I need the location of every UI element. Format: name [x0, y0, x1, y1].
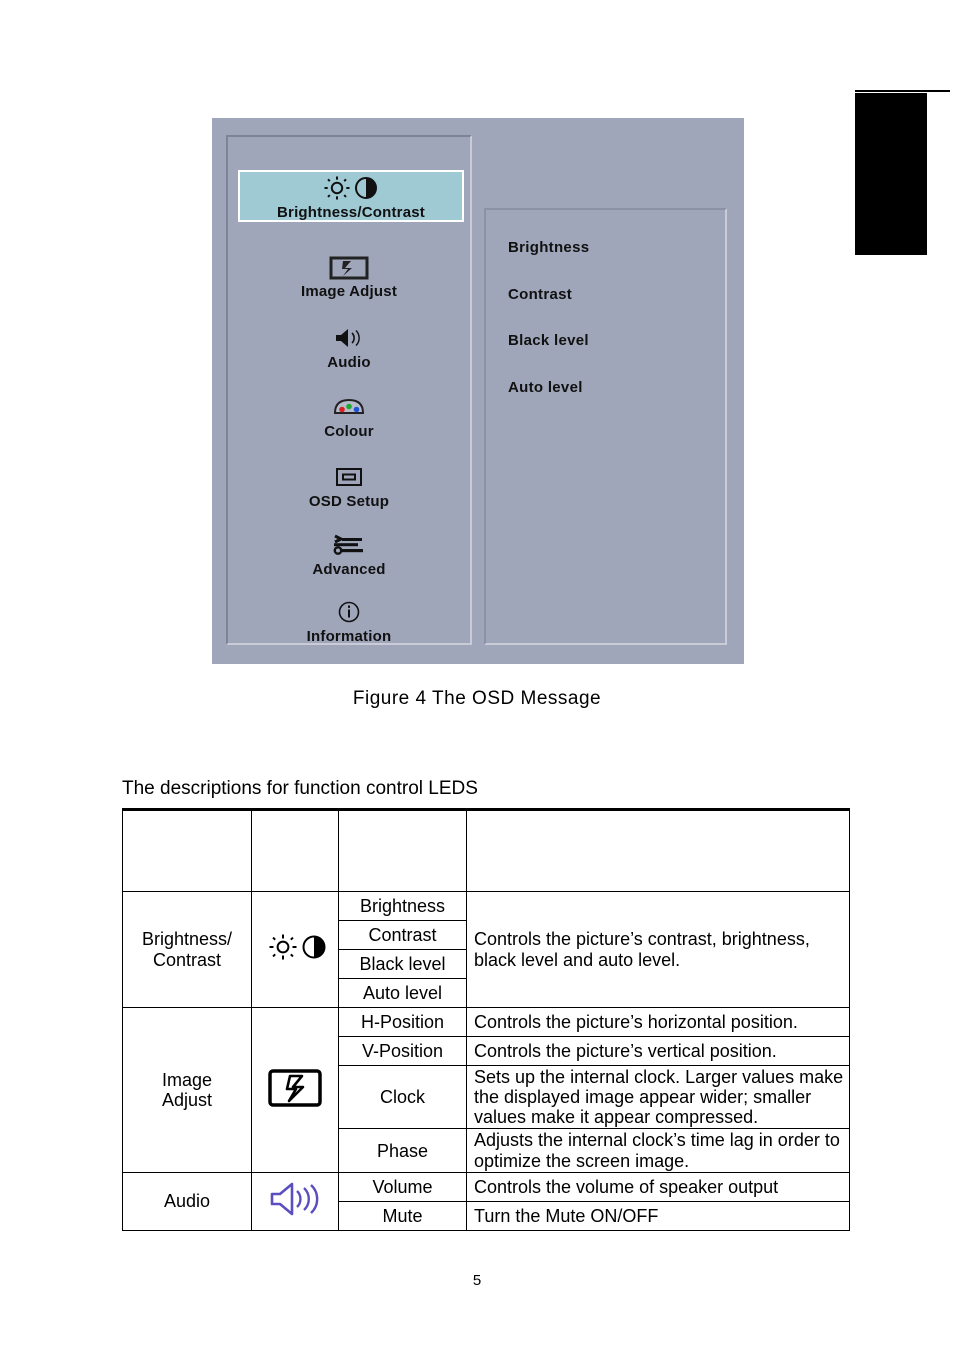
osd-submenu-item-brightness[interactable]: Brightness: [508, 239, 589, 256]
table-cell-item: Volume: [338, 1171, 467, 1202]
leds-section-heading: The descriptions for function control LE…: [122, 778, 478, 799]
table-cell-description: Controls the volume of speaker output: [466, 1171, 850, 1202]
table-header-cell-item: [338, 808, 467, 892]
osd-menu-item-image-adjust[interactable]: Image Adjust: [228, 255, 470, 300]
table-cell-item: Phase: [338, 1128, 467, 1173]
osd-setup-icon: [228, 465, 470, 491]
page-number: 5: [472, 1272, 482, 1289]
brightness-contrast-icon: [251, 891, 339, 1008]
table-header-cell-icon: [251, 808, 339, 892]
osd-menu-item-label: Colour: [324, 423, 374, 440]
table-cell-description: Turn the Mute ON/OFF: [466, 1200, 850, 1231]
table-header-cell-function: [122, 808, 252, 892]
table-cell-description: Controls the picture’s contrast, brightn…: [466, 891, 850, 1008]
osd-figure: Brightness/Contrast Image Adjust Audio C…: [212, 118, 744, 664]
osd-menu-item-audio[interactable]: Audio: [228, 326, 470, 371]
osd-menu-item-label: Advanced: [312, 561, 386, 578]
table-cell-item: Clock: [338, 1064, 467, 1130]
osd-submenu-item-auto-level[interactable]: Auto level: [508, 379, 583, 396]
row-group-label-audio: Audio: [122, 1171, 252, 1231]
table-row: Image Adjust H-Position Controls the pict…: [122, 1007, 850, 1173]
row-group-label-image-adjust: Image Adjust: [122, 1007, 252, 1173]
colour-palette-icon: [228, 395, 470, 421]
table-header-row: [122, 808, 850, 892]
function-control-leds-table: Brightness/Contrast Brightness Controls …: [122, 808, 850, 1231]
table-cell-item: Contrast: [338, 920, 467, 950]
chapter-tab-marker: [855, 93, 927, 255]
osd-submenu-item-black-level[interactable]: Black level: [508, 332, 589, 349]
audio-speaker-icon: [228, 326, 470, 352]
osd-menu-item-brightness-contrast[interactable]: Brightness/Contrast: [238, 170, 464, 222]
table-cell-description: Controls the picture’s vertical position…: [466, 1036, 850, 1066]
osd-menu-item-osd-setup[interactable]: OSD Setup: [228, 465, 470, 510]
osd-menu-item-label: Audio: [327, 354, 371, 371]
table-cell-item: Auto level: [338, 978, 467, 1008]
osd-menu-item-label: Information: [306, 628, 392, 645]
audio-speaker-icon: [251, 1171, 339, 1231]
table-cell-description: Controls the picture’s horizontal positi…: [466, 1007, 850, 1037]
table-header-cell-description: [466, 808, 850, 892]
table-cell-item: Black level: [338, 949, 467, 979]
table-cell-item: H-Position: [338, 1007, 467, 1037]
table-cell-item: Brightness: [338, 891, 467, 921]
osd-menu-item-advanced[interactable]: Advanced: [228, 533, 470, 578]
table-cell-description: Sets up the internal clock. Larger value…: [466, 1064, 850, 1130]
row-group-label-brightness-contrast: Brightness/Contrast: [122, 891, 252, 1008]
osd-menu-item-information[interactable]: Information: [228, 600, 470, 645]
image-adjust-icon: [228, 255, 470, 281]
table-row: Brightness/Contrast Brightness Controls …: [122, 891, 850, 1008]
table-cell-description: Adjusts the internal clock’s time lag in…: [466, 1128, 850, 1173]
osd-submenu-item-contrast[interactable]: Contrast: [508, 286, 572, 303]
osd-menu-item-label: Image Adjust: [300, 283, 398, 300]
advanced-tools-icon: [228, 533, 470, 559]
osd-menu-panel: Brightness/Contrast Image Adjust Audio C…: [226, 135, 472, 645]
brightness-contrast-icon: [240, 176, 462, 202]
tab-marker-rule: [855, 90, 950, 92]
image-adjust-icon: [251, 1007, 339, 1173]
osd-menu-item-label: Brightness/Contrast: [277, 204, 425, 221]
table-cell-item: Mute: [338, 1200, 467, 1231]
osd-menu-item-label: OSD Setup: [308, 493, 390, 510]
osd-menu-item-colour[interactable]: Colour: [228, 395, 470, 440]
table-cell-item: V-Position: [338, 1036, 467, 1066]
information-icon: [228, 600, 470, 626]
osd-submenu-panel: Brightness Contrast Black level Auto lev…: [484, 208, 727, 645]
figure-caption: Figure 4 The OSD Message: [352, 688, 602, 709]
table-row: Audio Volume Controls the volume of spea…: [122, 1171, 850, 1231]
